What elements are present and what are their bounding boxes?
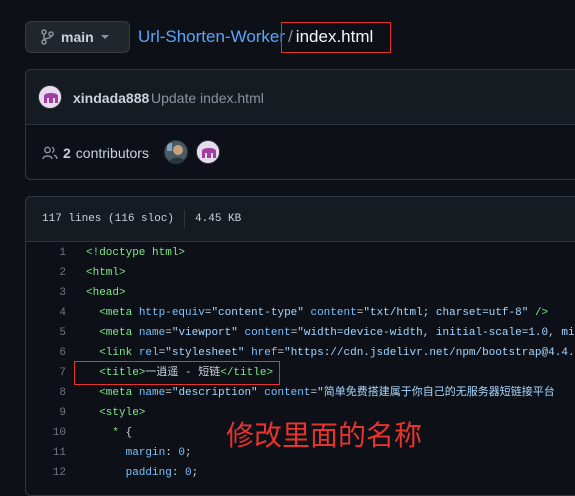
code-line: 3 <head>: [26, 283, 575, 303]
chevron-down-icon: [100, 35, 109, 39]
line-source: <link rel="stylesheet" href="https://cdn…: [99, 347, 575, 359]
code-line: 5 <meta name="viewport" content="width=d…: [26, 323, 575, 343]
annotation-text: 修改里面的名称: [226, 419, 423, 452]
people-icon: [42, 146, 58, 160]
code-line: 6 <link rel="stylesheet" href="https://c…: [26, 343, 575, 363]
file-size: 4.45 KB: [195, 213, 242, 225]
line-number[interactable]: 8: [26, 383, 66, 403]
code-line: 1 <!doctype html>: [26, 243, 575, 263]
line-source: <meta name="viewport" content="width=dev…: [99, 327, 575, 339]
line-source: <html>: [86, 267, 126, 279]
line-source: * {: [112, 427, 133, 439]
commit-message-link[interactable]: Update index.html: [151, 90, 264, 106]
line-source: <head>: [86, 287, 126, 299]
line-number[interactable]: 10: [26, 423, 66, 443]
line-number[interactable]: 12: [26, 463, 66, 483]
line-number[interactable]: 5: [26, 323, 66, 343]
branch-selector-button[interactable]: main: [25, 21, 130, 53]
contributors-link[interactable]: 2 contributors: [42, 145, 149, 161]
contributor-avatar-2[interactable]: [196, 140, 220, 164]
contributors-count: 2: [63, 145, 71, 161]
commit-author-link[interactable]: xindada888: [73, 90, 149, 106]
contributor-avatar-1[interactable]: [164, 140, 188, 164]
line-source: margin: 0;: [125, 447, 192, 459]
header-divider: [184, 210, 186, 228]
code-line: 8 <meta name="description" content="简单免费…: [26, 383, 575, 403]
line-source: <style>: [99, 407, 146, 419]
line-number[interactable]: 4: [26, 303, 66, 323]
line-number[interactable]: 1: [26, 243, 66, 263]
line-number[interactable]: 9: [26, 403, 66, 423]
line-number[interactable]: 3: [26, 283, 66, 303]
line-source: <!doctype html>: [86, 247, 186, 259]
repo-link[interactable]: Url-Shorten-Worker: [138, 27, 285, 47]
code-line: 12 padding: 0;: [26, 463, 575, 483]
line-source: padding: 0;: [125, 467, 199, 479]
line-number[interactable]: 6: [26, 343, 66, 363]
line-number[interactable]: 11: [26, 443, 66, 463]
filename-highlight-box: [281, 22, 391, 53]
avatar[interactable]: [38, 85, 62, 109]
branch-label: main: [61, 29, 94, 45]
title-highlight-box: [74, 361, 280, 385]
file-line-count: 117 lines (116 sloc): [42, 213, 175, 225]
git-branch-icon: [41, 29, 54, 45]
code-line: 4 <meta http-equiv="content-type" conten…: [26, 303, 575, 323]
line-number[interactable]: 2: [26, 263, 66, 283]
code-line: 2 <html>: [26, 263, 575, 283]
contributors-label: contributors: [75, 145, 149, 161]
line-source: <meta http-equiv="content-type" content=…: [99, 307, 549, 319]
file-header: 117 lines (116 sloc) 4.45 KB: [25, 196, 575, 242]
line-source: <meta name="description" content="简单免费搭建…: [99, 387, 555, 399]
line-number[interactable]: 7: [26, 363, 66, 383]
